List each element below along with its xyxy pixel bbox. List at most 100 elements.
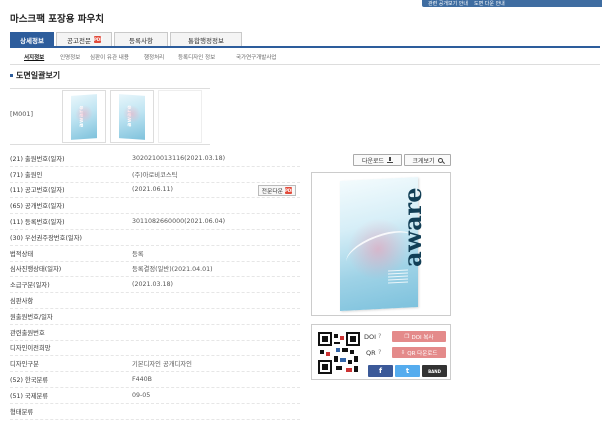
info-row: 관련출원번호 [10,325,300,341]
info-row: (11) 공고번호(일자) (2021.06.11) 전문다운 PDF [10,183,300,199]
thumbnail-2[interactable]: aware [110,90,154,143]
info-label: 심사진행상태(일자) [10,266,62,274]
info-row: (52) 한국분류 F440B [10,372,300,388]
tab-label: 공고전문 [67,36,91,45]
info-row: (65) 공개번호(일자) [10,198,300,215]
pouch-brand-text: aware [126,104,133,127]
facebook-share-button[interactable]: f [368,365,393,377]
button-label: 전문다운 [261,188,283,195]
tab-label: 통합행정정보 [188,36,224,45]
info-label: 디자인구분 [10,361,39,369]
full-text-download-button[interactable]: 전문다운 PDF [257,184,296,196]
info-row: 소급구분(일자) (2021.03.18) [10,277,300,294]
pouch-image: aware [340,176,427,312]
info-label: (71) 출원인 [10,171,43,179]
info-label: 심판사항 [10,298,34,306]
topbar-item[interactable]: 도면 다운 안내 [474,0,505,7]
magnifier-icon [437,157,443,163]
info-value: 등록 [132,250,144,258]
bullet-icon [10,74,13,77]
doi-copy-button[interactable]: ❐ DOI 복사 [392,331,446,342]
pouch-image: aware [71,93,97,140]
tab-detail[interactable]: 상세정보 [10,32,54,46]
info-label: 관련출원번호 [10,329,45,337]
button-label: QR 다운로드 [407,350,438,357]
share-panel: DOI QR ? ? ❐ DOI 복사 ⇩ QR 다운로드 f t BAND [311,324,451,380]
facebook-icon: f [378,367,383,375]
help-icon[interactable]: ? [378,332,381,340]
tab-registration[interactable]: 등록사항 [114,32,168,46]
info-label: (11) 등록번호(일자) [10,219,65,227]
info-value: 3011082660000(2021.06.04) [132,218,226,226]
qr-download-button[interactable]: ⇩ QR 다운로드 [392,347,446,358]
bibliographic-info: (21) 출원번호(일자) 3020210013116(2021.03.18) (… [10,151,300,420]
info-value: (2021.06.11) [132,186,173,194]
info-label: (52) 한국분류 [10,377,49,385]
info-value: 등록결정(일반)(2021.04.01) [132,266,213,274]
info-value: 기본디자인 공개디자인 [132,361,192,369]
pouch-brand-text: aware [78,104,85,127]
pouch-fine-print [388,269,408,294]
thumbnail-label: [M001] [10,110,34,118]
thumbnail-empty [158,90,202,143]
info-label: (11) 공고번호(일자) [10,187,65,195]
download-icon: ⇩ [400,349,406,356]
qr-label: QR [366,349,376,357]
band-share-button[interactable]: BAND [422,365,447,377]
info-label: 원출원번호/일자 [10,313,53,321]
pdf-icon: PDF [93,36,103,43]
help-icon[interactable]: ? [378,348,381,356]
info-row: (51) 국제분류 09-05 [10,388,300,404]
tab-admin[interactable]: 통합행정정보 [170,32,242,46]
tab-publication[interactable]: 공고전문 PDF [56,32,112,46]
info-label: 디자인이전희망 [10,345,51,353]
thumbnail-1[interactable]: aware [62,90,106,143]
download-button[interactable]: 다운로드 [353,154,402,166]
tab-label: 등록사항 [129,36,153,45]
info-label: (51) 국제분류 [10,392,49,400]
info-label: (65) 공개번호(일자) [10,203,65,211]
info-row: (30) 우선권주장번호(일자) [10,230,300,246]
pouch-image: aware [119,93,145,140]
button-label: DOI 복사 [411,334,434,341]
subtab-bibliographic[interactable]: 서지정보 [24,53,44,61]
info-row: (71) 출원인 (주)아로비코스틱 [10,167,300,183]
info-label: (21) 출원번호(일자) [10,155,65,163]
info-label: 소급구분(일자) [10,282,50,290]
section-title-text: 도면일괄보기 [16,71,61,80]
info-label: 형태분류 [10,408,34,416]
info-row: 디자인이전희망 [10,341,300,357]
subtab-persons[interactable]: 인명정보 [60,53,80,61]
twitter-icon: t [405,367,410,375]
subtab-design-info[interactable]: 등록디자인 정보 [178,53,215,61]
design-preview[interactable]: aware [311,172,451,316]
info-row: (21) 출원번호(일자) 3020210013116(2021.03.18) [10,151,300,167]
band-icon: BAND [428,368,441,374]
info-label: 법적상태 [10,250,34,258]
tab-label: 상세정보 [20,36,44,45]
info-value: 3020210013116(2021.03.18) [132,154,226,162]
pdf-icon: PDF [285,186,294,194]
topbar-item[interactable]: 관련 공개보기 안내 [428,0,468,7]
subtab-rnd[interactable]: 국가연구개발사업 [236,53,276,61]
twitter-share-button[interactable]: t [395,365,420,377]
info-row: 심사진행상태(일자) 등록결정(일반)(2021.04.01) [10,262,300,278]
qr-code-icon [318,332,360,374]
info-row: 원출원번호/일자 [10,309,300,325]
page-title: 마스크팩 포장용 파우치 [10,14,105,25]
view-large-button[interactable]: 크게보기 [404,154,451,166]
sub-tabs: 서지정보 인명정보 심판이 유관 내용 행정처리 등록디자인 정보 국가연구개발… [10,51,600,65]
info-value: (주)아로비코스틱 [132,171,178,179]
button-label: 크게보기 [412,157,435,165]
top-utility-bar: 관련 공개보기 안내 도면 다운 안내 [422,0,602,7]
doi-label: DOI [364,333,377,341]
info-row: (11) 등록번호(일자) 3011082660000(2021.06.04) [10,214,300,230]
info-row: 심판사항 [10,293,300,309]
info-row: 디자인구분 기본디자인 공개디자인 [10,356,300,373]
subtab-related[interactable]: 심판이 유관 내용 [90,53,129,61]
info-value: (2021.03.18) [132,281,173,289]
section-title: 도면일괄보기 [10,70,60,81]
copy-icon: ❐ [404,333,410,340]
info-row: 법적상태 등록 [10,246,300,262]
subtab-process[interactable]: 행정처리 [144,53,164,61]
